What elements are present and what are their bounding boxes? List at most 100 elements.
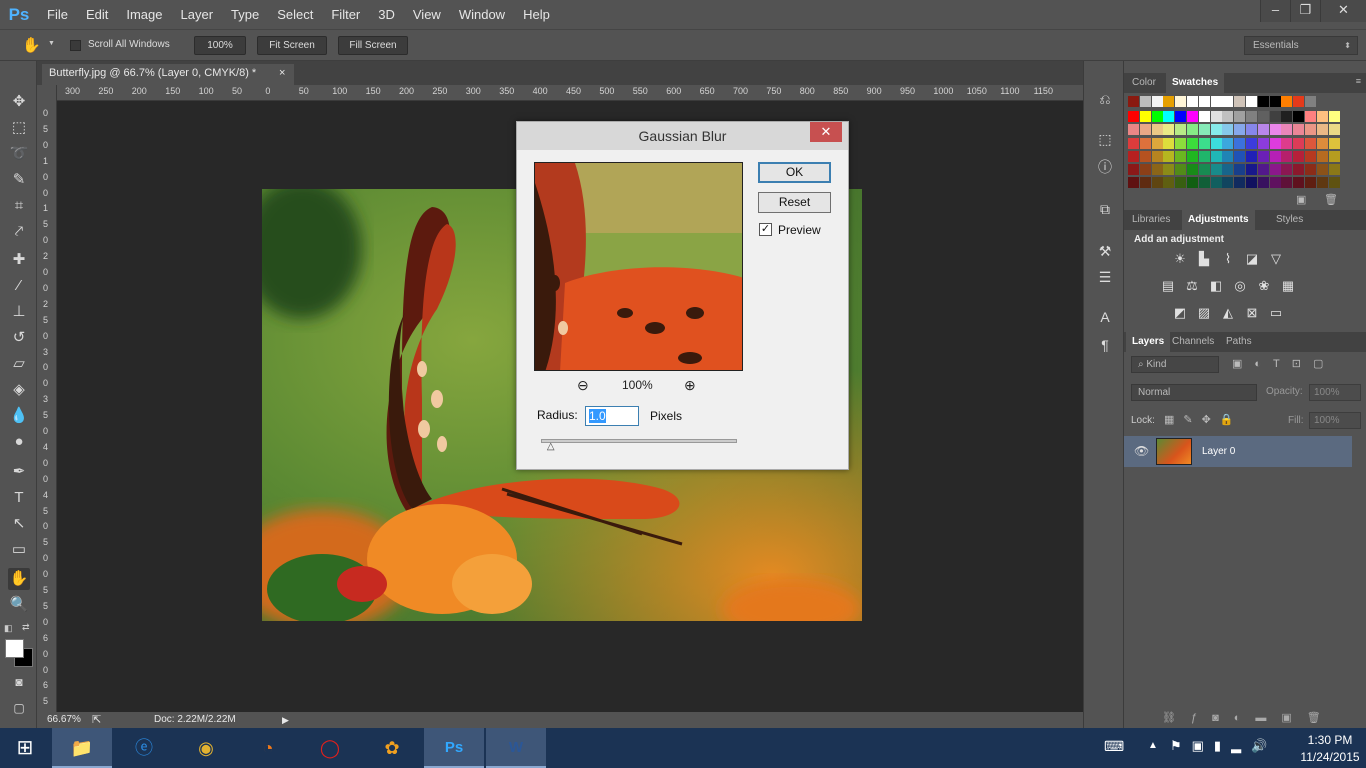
menu-filter[interactable]: Filter	[322, 0, 369, 29]
zoom-out-icon[interactable]: ⊖	[577, 377, 589, 394]
swatch[interactable]	[1163, 96, 1175, 107]
swatch[interactable]	[1246, 111, 1257, 123]
default-colors-icon[interactable]: ◧	[4, 623, 13, 634]
swatch[interactable]	[1293, 164, 1305, 175]
swatch[interactable]	[1234, 177, 1246, 189]
posterize-icon[interactable]: ▨	[1196, 305, 1212, 321]
word-taskbar-icon[interactable]: W	[486, 728, 546, 768]
tab-libraries[interactable]: Libraries	[1126, 210, 1176, 230]
fit-screen-button[interactable]: Fit Screen	[257, 36, 327, 55]
swatch[interactable]	[1128, 177, 1139, 189]
swatch[interactable]	[1305, 111, 1316, 123]
tab-channels[interactable]: Channels	[1166, 332, 1220, 352]
photoshop-taskbar-icon[interactable]: Ps	[424, 728, 484, 768]
swatch[interactable]	[1175, 111, 1187, 123]
swatch[interactable]	[1187, 177, 1198, 189]
swatch[interactable]	[1281, 96, 1293, 107]
swatch[interactable]	[1269, 150, 1281, 162]
tab-paths[interactable]: Paths	[1220, 332, 1258, 352]
swatch[interactable]	[1163, 164, 1175, 175]
swatch[interactable]	[1281, 164, 1293, 175]
swatch[interactable]	[1128, 111, 1139, 123]
crop-tool-icon[interactable]: ⌗	[8, 195, 30, 217]
swatch[interactable]	[1187, 111, 1198, 123]
swatch[interactable]	[1175, 164, 1187, 175]
eraser-tool-icon[interactable]: ▱	[8, 353, 30, 375]
layer-row[interactable]: 👁 Layer 0	[1124, 436, 1352, 467]
radius-slider-track[interactable]	[541, 439, 737, 443]
black-white-icon[interactable]: ◧	[1208, 278, 1224, 294]
swatch[interactable]	[1281, 124, 1293, 136]
blur-preview[interactable]	[534, 162, 743, 371]
swatch[interactable]	[1328, 164, 1340, 175]
swatch[interactable]	[1234, 150, 1246, 162]
swatch[interactable]	[1139, 124, 1151, 136]
swatch[interactable]	[1257, 150, 1269, 162]
swatch[interactable]	[1151, 177, 1163, 189]
marquee-tool-icon[interactable]: ⬚	[8, 117, 30, 139]
swatch[interactable]	[1198, 124, 1210, 136]
dialog-close-icon[interactable]: ✕	[810, 122, 842, 142]
threshold-icon[interactable]: ◭	[1220, 305, 1236, 321]
swatch[interactable]	[1328, 177, 1340, 189]
info-panel-icon[interactable]: ⓘ	[1095, 157, 1115, 177]
swatch[interactable]	[1222, 164, 1234, 175]
swatch[interactable]	[1246, 124, 1257, 136]
swatch[interactable]	[1175, 96, 1187, 107]
properties-panel-icon[interactable]: ⧉	[1095, 199, 1115, 219]
swatch[interactable]	[1210, 177, 1222, 189]
visibility-eye-icon[interactable]: 👁	[1134, 444, 1149, 458]
internet-explorer-icon[interactable]: ⓔ	[114, 728, 174, 768]
hue-saturation-icon[interactable]: ▤	[1160, 278, 1176, 294]
swatch[interactable]	[1305, 124, 1316, 136]
tab-layers[interactable]: Layers	[1126, 332, 1171, 352]
move-tool-icon[interactable]: ✥	[8, 91, 30, 113]
swatch[interactable]	[1163, 111, 1175, 123]
swatch[interactable]	[1269, 164, 1281, 175]
clone-stamp-tool-icon[interactable]: ⊥	[8, 301, 30, 323]
menu-help[interactable]: Help	[514, 0, 559, 29]
restore-button[interactable]: ❐	[1290, 0, 1320, 22]
hand-tool-icon[interactable]: ✋	[8, 568, 30, 590]
swatch[interactable]	[1163, 177, 1175, 189]
color-balance-icon[interactable]: ⚖	[1184, 278, 1200, 294]
screen-mode-icon[interactable]: ▢	[8, 697, 30, 719]
pen-tool-icon[interactable]: ✒	[8, 461, 30, 483]
swatch[interactable]	[1151, 137, 1163, 149]
swatch[interactable]	[1328, 137, 1340, 149]
swatch[interactable]	[1222, 177, 1234, 189]
swatch[interactable]	[1328, 150, 1340, 162]
quick-select-tool-icon[interactable]: ✎	[8, 169, 30, 191]
swatch[interactable]	[1210, 96, 1222, 107]
swatch[interactable]	[1305, 150, 1316, 162]
swatch[interactable]	[1234, 124, 1246, 136]
chevron-down-icon[interactable]: ▼	[48, 40, 55, 47]
app-flower-icon[interactable]: ✿	[362, 728, 422, 768]
swatch[interactable]	[1234, 96, 1246, 107]
brush-tool-icon[interactable]: ⁄	[8, 275, 30, 297]
tray-icons[interactable]: ⚑▣▮▂🔊	[1170, 738, 1277, 754]
swatch[interactable]	[1316, 150, 1328, 162]
selective-color-icon[interactable]: ⊠	[1244, 305, 1260, 321]
tab-adjustments[interactable]: Adjustments	[1182, 210, 1255, 230]
swatch[interactable]	[1222, 150, 1234, 162]
swatch[interactable]	[1139, 96, 1151, 107]
blend-mode-select[interactable]: Normal	[1131, 384, 1257, 401]
channel-mixer-icon[interactable]: ❀	[1256, 278, 1272, 294]
history-brush-tool-icon[interactable]: ↺	[8, 327, 30, 349]
type-tool-icon[interactable]: T	[8, 487, 30, 509]
menu-edit[interactable]: Edit	[77, 0, 117, 29]
swatch[interactable]	[1281, 150, 1293, 162]
swatch[interactable]	[1293, 111, 1305, 123]
swatch[interactable]	[1187, 137, 1198, 149]
swatch[interactable]	[1316, 124, 1328, 136]
swatch[interactable]	[1139, 111, 1151, 123]
file-explorer-icon[interactable]: 📁	[52, 728, 112, 768]
layer-filter-icons[interactable]: ▣◐T⊡▢	[1232, 357, 1335, 370]
lasso-tool-icon[interactable]: ➰	[8, 143, 30, 165]
swatch[interactable]	[1328, 111, 1340, 123]
close-window-button[interactable]: ✕	[1320, 0, 1366, 22]
swatch[interactable]	[1257, 137, 1269, 149]
swatch[interactable]	[1175, 124, 1187, 136]
healing-brush-tool-icon[interactable]: ✚	[8, 249, 30, 271]
